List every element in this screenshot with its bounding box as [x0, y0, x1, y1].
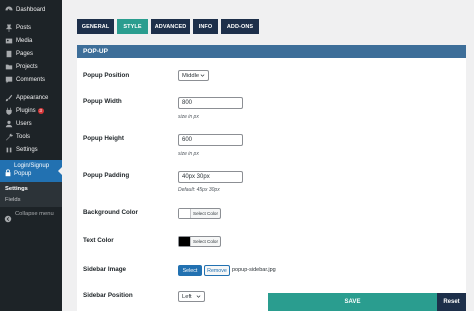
brush-icon: [4, 94, 13, 103]
settings-tabs: GENERAL STYLE ADVANCED INFO ADD-ONS: [77, 19, 262, 34]
sidebar-item-label: Media: [16, 38, 33, 44]
reset-button[interactable]: Reset: [437, 293, 466, 311]
collapse-menu-button[interactable]: Collapse menu: [0, 208, 62, 223]
wrench-icon: [4, 133, 13, 142]
sidebar-item-label: Posts: [16, 25, 32, 31]
section-header: POP-UP: [77, 45, 466, 58]
plugin-update-badge: 3: [37, 108, 44, 114]
tab-general[interactable]: GENERAL: [77, 19, 114, 34]
background-color-picker[interactable]: Select Color: [178, 208, 221, 219]
user-icon: [4, 120, 13, 129]
sidebar-item-appearance[interactable]: Appearance: [0, 92, 62, 104]
select-image-button[interactable]: Select: [178, 265, 202, 276]
sidebar-position-value: Left: [182, 293, 192, 300]
sidebar-image-label: Sidebar Image: [83, 266, 127, 273]
lock-icon: [4, 164, 12, 177]
sidebar-item-media[interactable]: Media: [0, 35, 62, 47]
sidebar-item-tools[interactable]: Tools: [0, 131, 62, 143]
submenu-item-fields[interactable]: Fields: [5, 197, 20, 203]
folder-icon: [4, 63, 13, 72]
sidebar-position-label: Sidebar Position: [83, 292, 133, 299]
popup-padding-input[interactable]: 40px 30px: [178, 171, 243, 183]
sidebar-item-dashboard[interactable]: Dashboard: [0, 4, 62, 16]
popup-position-label: Popup Position: [83, 72, 130, 79]
admin-sidebar: Dashboard Posts Media Pages Projects Com…: [0, 0, 62, 311]
dashboard-icon: [4, 6, 13, 15]
sidebar-position-select[interactable]: Left: [178, 291, 205, 302]
tab-add-ons[interactable]: ADD-ONS: [221, 19, 259, 34]
popup-width-hint: size in px: [178, 114, 199, 120]
sidebar-item-comments[interactable]: Comments: [0, 74, 62, 86]
tab-info[interactable]: INFO: [193, 19, 218, 34]
sidebar-item-pages[interactable]: Pages: [0, 48, 62, 60]
pin-icon: [4, 24, 13, 33]
settings-icon: [4, 146, 13, 155]
comment-icon: [4, 76, 13, 85]
popup-height-input[interactable]: 600: [178, 134, 243, 146]
media-icon: [4, 37, 13, 46]
collapse-menu-label: Collapse menu: [15, 211, 54, 217]
section-title: POP-UP: [83, 48, 108, 55]
popup-height-hint: size in px: [178, 151, 199, 157]
select-color-label: Select Color: [193, 239, 219, 244]
text-color-label: Text Color: [83, 237, 114, 244]
background-color-swatch: [179, 209, 191, 218]
sidebar-item-settings[interactable]: Settings: [0, 144, 62, 156]
text-color-swatch: [179, 237, 191, 246]
popup-position-select[interactable]: Middle: [178, 70, 209, 81]
sidebar-item-label: Dashboard: [16, 7, 46, 13]
sidebar-item-label: Plugins: [16, 108, 36, 114]
sidebar-item-users[interactable]: Users: [0, 118, 62, 130]
sidebar-item-label: Login/Signup Popup: [14, 163, 50, 177]
sidebar-item-label: Comments: [16, 77, 46, 83]
background-color-label: Background Color: [83, 209, 138, 216]
sidebar-item-posts[interactable]: Posts: [0, 22, 62, 34]
tab-style[interactable]: STYLE: [117, 19, 148, 34]
tab-advanced[interactable]: ADVANCED: [151, 19, 190, 34]
submenu-item-settings[interactable]: Settings: [5, 186, 28, 192]
popup-padding-hint: Default: 45px 30px: [178, 187, 220, 193]
remove-image-button[interactable]: Remove: [204, 265, 230, 276]
sidebar-item-label: Settings: [16, 147, 38, 153]
page-icon: [4, 50, 13, 59]
popup-height-label: Popup Height: [83, 135, 124, 142]
sidebar-item-label: Pages: [16, 51, 34, 57]
popup-width-input[interactable]: 800: [178, 97, 243, 109]
sidebar-item-plugins[interactable]: Plugins 3: [0, 105, 62, 117]
sidebar-item-projects[interactable]: Projects: [0, 61, 62, 73]
popup-position-value: Middle: [182, 72, 200, 79]
popup-width-label: Popup Width: [83, 98, 122, 105]
sidebar-image-filename: popup-sidebar.jpg: [232, 267, 276, 273]
current-menu-arrow: [58, 167, 62, 175]
sidebar-item-label: Users: [16, 121, 32, 127]
chevron-down-icon: [200, 74, 205, 77]
chevron-down-icon: [196, 295, 201, 298]
collapse-icon: [4, 210, 12, 223]
sidebar-item-login-signup-popup[interactable]: Login/Signup Popup: [0, 160, 62, 182]
plugin-icon: [4, 107, 13, 116]
sidebar-item-label: Projects: [16, 64, 38, 70]
popup-style-panel: POP-UP Popup Position Middle Popup Width…: [77, 45, 466, 311]
text-color-picker[interactable]: Select Color: [178, 236, 221, 247]
popup-padding-label: Popup Padding: [83, 172, 130, 179]
sidebar-submenu: Settings Fields: [0, 182, 62, 207]
select-color-label: Select Color: [193, 211, 219, 216]
sidebar-item-label: Appearance: [16, 95, 49, 101]
sidebar-item-label: Tools: [16, 134, 31, 140]
save-button[interactable]: SAVE: [268, 293, 437, 311]
